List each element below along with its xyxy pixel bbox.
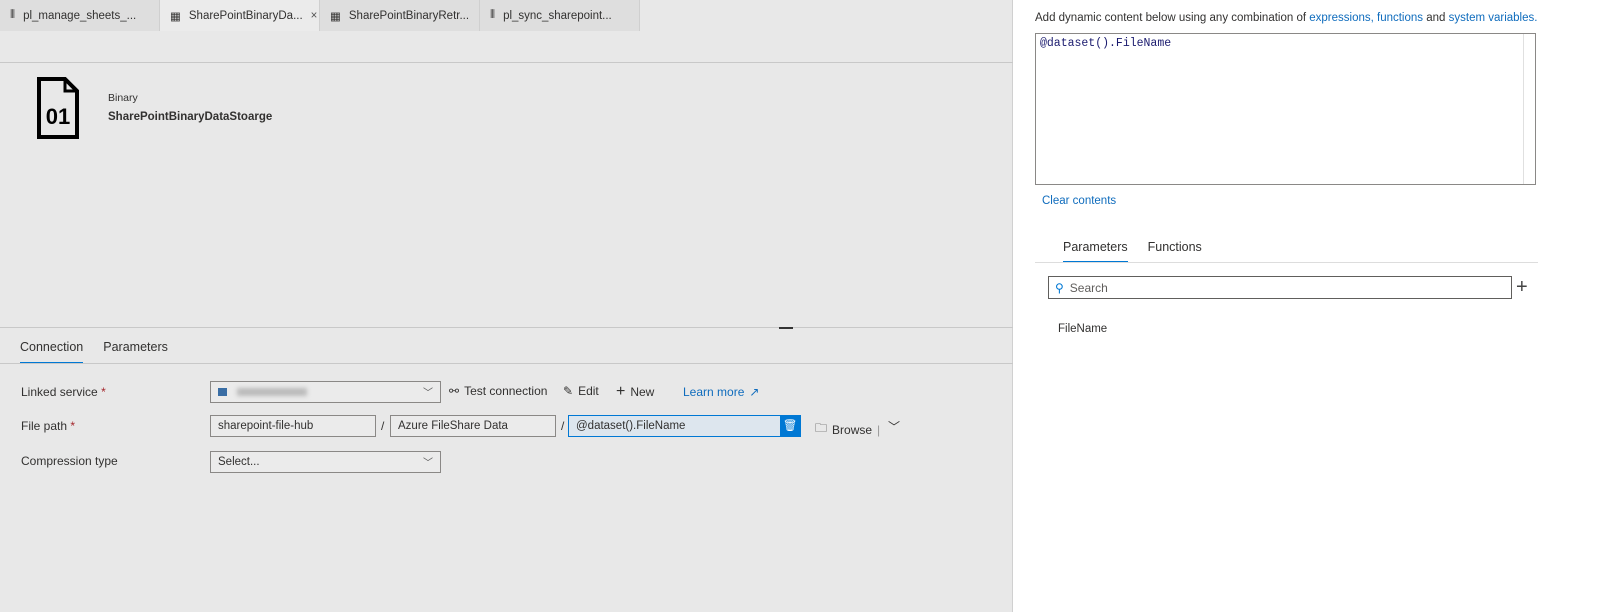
browse-options-chevron-icon[interactable]: ﹀ [888, 418, 900, 435]
svg-text:01: 01 [46, 104, 70, 129]
browse-button[interactable]: 🗀 Browse | [815, 419, 880, 440]
tab-pl-manage-sheets[interactable]: ⦀ pl_manage_sheets_... [0, 0, 160, 31]
tab-sharepoint-binary-retr[interactable]: ▦ SharePointBinaryRetr... [320, 0, 480, 31]
linked-service-label: Linked service * [21, 385, 106, 399]
dataset-icon: ▦ [170, 10, 181, 23]
expressions-functions-link[interactable]: expressions, functions [1309, 12, 1423, 24]
dataset-type: Binary [108, 92, 138, 104]
tab-connection[interactable]: Connection [20, 340, 84, 364]
test-connection-button[interactable]: ⚯ Test connection [449, 384, 547, 398]
path-separator: / [561, 419, 565, 433]
tabs-underline [1035, 262, 1538, 263]
close-tab-button[interactable]: × [311, 10, 318, 22]
dataset-name: SharePointBinaryDataStoarge [108, 111, 273, 123]
edit-button[interactable]: ✎ Edit [563, 384, 599, 398]
compression-value: Select... [218, 456, 260, 468]
toolbar [0, 31, 1013, 63]
external-link-icon: ↗ [749, 385, 760, 399]
pipeline-icon: ⦀ [490, 9, 496, 21]
plus-icon: + [616, 383, 626, 400]
directory-input[interactable]: Azure FileShare Data [390, 415, 556, 437]
file-name-value: @dataset().FileName [576, 420, 686, 432]
resize-handle[interactable] [779, 327, 793, 329]
file-name-input[interactable]: @dataset().FileName 🗑 [568, 415, 801, 437]
file-system-input[interactable]: sharepoint-file-hub [210, 415, 376, 437]
chevron-down-icon: ﹀ [423, 458, 433, 469]
tab-sharepoint-binary-data[interactable]: ▦ SharePointBinaryDa... × [160, 0, 320, 31]
parameter-item[interactable]: FileName [1058, 323, 1107, 335]
learn-more-link[interactable]: Learn more ↗ [683, 385, 759, 399]
tabs-underline [0, 363, 1013, 364]
divider [0, 327, 1013, 328]
plug-icon: ⚯ [449, 384, 460, 398]
clear-contents-link[interactable]: Clear contents [1042, 195, 1116, 207]
dynamic-content-panel: Add dynamic content below using any comb… [1014, 0, 1607, 612]
tab-parameters[interactable]: Parameters [103, 340, 168, 364]
add-parameter-button[interactable]: + [1516, 276, 1528, 298]
expression-editor[interactable]: @dataset().FileName [1035, 33, 1536, 185]
delete-icon[interactable]: 🗑 [780, 416, 800, 436]
path-separator: / [381, 419, 385, 433]
pencil-icon: ✎ [563, 384, 574, 398]
tab-functions[interactable]: Functions [1148, 240, 1202, 263]
folder-icon: 🗀 [815, 421, 828, 435]
compression-type-select[interactable]: Select... ﹀ [210, 451, 441, 473]
dataset-icon: ▦ [330, 10, 341, 23]
search-input[interactable]: ⚲ Search [1048, 276, 1512, 299]
tab-bar: ⦀ pl_manage_sheets_... ▦ SharePointBinaryD… [0, 0, 1013, 31]
panel-description: Add dynamic content below using any comb… [1035, 12, 1538, 24]
search-icon: ⚲ [1055, 280, 1064, 295]
blurred-service-name [237, 388, 307, 396]
dataset-editor: ⦀ pl_manage_sheets_... ▦ SharePointBinaryD… [0, 0, 1013, 612]
compression-type-label: Compression type [21, 454, 118, 468]
scrollbar[interactable] [1523, 34, 1535, 184]
system-variables-link[interactable]: system variables. [1449, 12, 1538, 24]
tab-parameters[interactable]: Parameters [1063, 240, 1128, 263]
binary-file-icon: 01 [37, 77, 79, 139]
file-path-label: File path * [21, 419, 76, 433]
linked-service-select[interactable]: ﹀ [210, 381, 441, 403]
pipeline-icon: ⦀ [10, 9, 16, 21]
tab-pl-sync-sharepoint[interactable]: ⦀ pl_sync_sharepoint... [480, 0, 640, 31]
service-icon [218, 388, 227, 396]
new-button[interactable]: + New [616, 383, 654, 401]
chevron-down-icon: ﹀ [423, 388, 433, 399]
